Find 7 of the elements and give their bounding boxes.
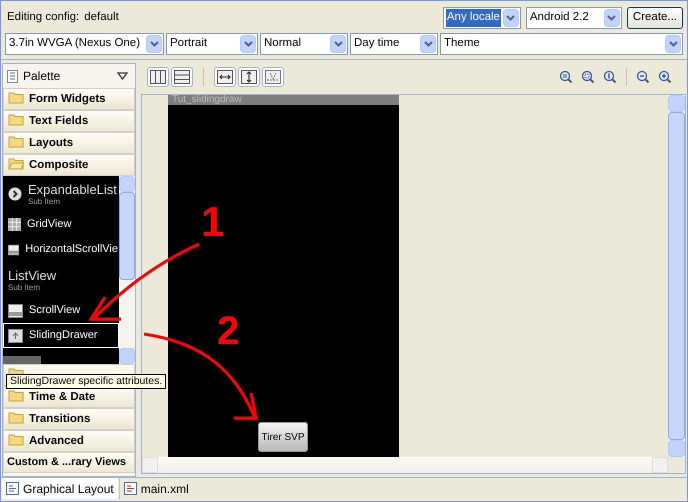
- annotation-number: 1: [201, 201, 224, 243]
- annotation-number: 2: [217, 311, 240, 351]
- tooltip: SlidingDrawer specific attributes.: [6, 374, 166, 389]
- palette-title: Palette: [23, 68, 60, 85]
- app-title-bar: Tut_slidingdraw: [168, 95, 399, 105]
- config-value: default: [84, 10, 119, 26]
- config-label: Editing config:: [7, 10, 80, 26]
